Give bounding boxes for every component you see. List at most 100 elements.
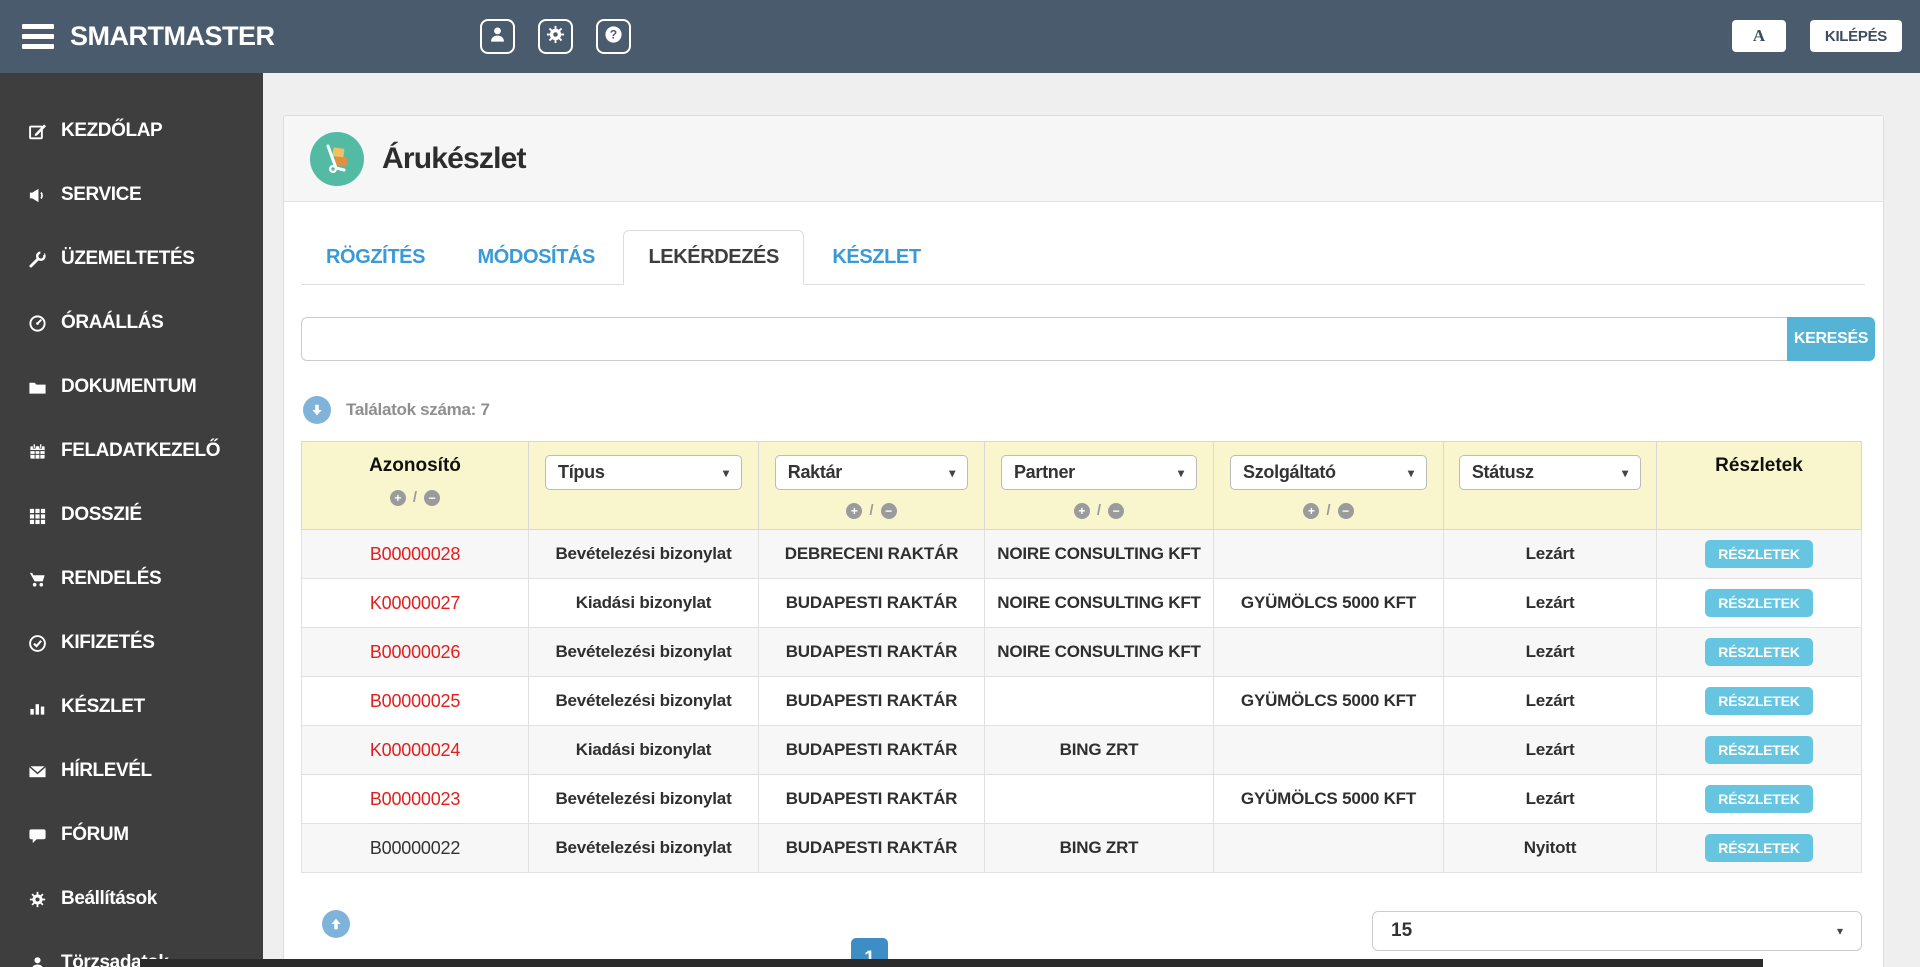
details-button[interactable]: RÉSZLETEK: [1705, 785, 1813, 813]
sort-desc-icon[interactable]: −: [424, 489, 441, 506]
scroll-top-icon[interactable]: [322, 910, 350, 938]
results-label: Találatok száma: 7: [346, 400, 490, 419]
document-id-link[interactable]: B00000023: [370, 789, 460, 809]
edit-icon: [26, 122, 48, 141]
details-button[interactable]: RÉSZLETEK: [1705, 687, 1813, 715]
main-content: Árukészlet RÖGZÍTÉS MÓDOSÍTÁS LEKÉRDEZÉS…: [263, 73, 1920, 967]
sidebar-item-service[interactable]: SERVICE: [0, 163, 263, 227]
content-card: Árukészlet RÖGZÍTÉS MÓDOSÍTÁS LEKÉRDEZÉS…: [283, 115, 1884, 967]
help-button[interactable]: ?: [595, 19, 631, 54]
document-id-link[interactable]: B00000028: [370, 544, 460, 564]
gauge-icon: [26, 314, 48, 333]
tab-keszlet[interactable]: KÉSZLET: [808, 231, 944, 284]
cell-tipus: Bevételezési bizonylat: [528, 529, 759, 579]
document-id-link[interactable]: K00000027: [370, 593, 460, 613]
horizontal-scrollbar[interactable]: [140, 959, 1763, 967]
search-button[interactable]: KERESÉS: [1787, 317, 1875, 361]
wrench-icon: [26, 250, 48, 269]
sidebar-item-label: DOKUMENTUM: [61, 376, 197, 397]
sort-controls: + / −: [302, 489, 528, 506]
cell-tipus: Bevételezési bizonylat: [528, 676, 759, 726]
sort-asc-icon[interactable]: +: [1303, 502, 1320, 519]
sidebar-item-beallitasok[interactable]: Beállítások: [0, 867, 263, 931]
calendar-icon: [26, 442, 48, 461]
sidebar-item-uzemeltetes[interactable]: ÜZEMELTETÉS: [0, 227, 263, 291]
sidebar-item-dokumentum[interactable]: DOKUMENTUM: [0, 355, 263, 419]
details-button[interactable]: RÉSZLETEK: [1705, 638, 1813, 666]
folder-icon: [26, 378, 48, 397]
sort-asc-icon[interactable]: +: [1073, 502, 1090, 519]
sidebar-item-keszlet[interactable]: KÉSZLET: [0, 675, 263, 739]
document-id-link[interactable]: K00000024: [370, 740, 460, 760]
tab-modositas[interactable]: MÓDOSÍTÁS: [453, 231, 619, 284]
cell-raktar: BUDAPESTI RAKTÁR: [758, 725, 985, 775]
search-bar: KERESÉS: [301, 317, 1875, 361]
chevron-down-icon: ▾: [722, 465, 729, 480]
sidebar-item-feladatkezelo[interactable]: FELADATKEZELŐ: [0, 419, 263, 483]
cell-raktar: BUDAPESTI RAKTÁR: [758, 578, 985, 628]
details-button[interactable]: RÉSZLETEK: [1705, 589, 1813, 617]
table-row: B00000028 Bevételezési bizonylat DEBRECE…: [301, 529, 1862, 579]
partner-filter-select[interactable]: Partner ▾: [1000, 455, 1198, 490]
sidebar-item-hirlevel[interactable]: HÍRLEVÉL: [0, 739, 263, 803]
cell-statusz: Lezárt: [1443, 529, 1657, 579]
sort-asc-icon[interactable]: +: [846, 502, 863, 519]
column-header-raktar: Raktár ▾ + / −: [758, 441, 985, 530]
table-header-row: Azonosító + / − Típus ▾ Raktár ▾ + / − P…: [301, 441, 1862, 530]
details-button[interactable]: RÉSZLETEK: [1705, 736, 1813, 764]
raktar-filter-select[interactable]: Raktár ▾: [774, 455, 969, 490]
cell-statusz: Lezárt: [1443, 578, 1657, 628]
statusz-filter-select[interactable]: Státusz ▾: [1458, 455, 1642, 490]
sort-controls: + / −: [985, 502, 1213, 519]
tipus-filter-select[interactable]: Típus ▾: [545, 455, 742, 490]
sidebar-item-label: DOSSZIÉ: [61, 504, 142, 525]
cell-partner: NOIRE CONSULTING KFT: [984, 529, 1214, 579]
szolgaltato-filter-select[interactable]: Szolgáltató ▾: [1230, 455, 1427, 490]
cell-szolgaltato: [1213, 627, 1444, 677]
sidebar-item-oraallas[interactable]: ÓRAÁLLÁS: [0, 291, 263, 355]
table-row: B00000022 Bevételezési bizonylat BUDAPES…: [301, 823, 1862, 873]
cell-raktar: BUDAPESTI RAKTÁR: [758, 676, 985, 726]
table-row: B00000026 Bevételezési bizonylat BUDAPES…: [301, 627, 1862, 677]
sidebar-item-kifizetes[interactable]: KIFIZETÉS: [0, 611, 263, 675]
tab-rogzites[interactable]: RÖGZÍTÉS: [302, 231, 449, 284]
cart-icon: [26, 570, 48, 589]
sidebar-item-kezdolap[interactable]: KEZDŐLAP: [0, 99, 263, 163]
column-header-tipus: Típus ▾: [528, 441, 759, 530]
tab-lekerdezes[interactable]: LEKÉRDEZÉS: [623, 230, 804, 285]
sidebar-item-label: RENDELÉS: [61, 568, 162, 589]
sidebar-item-forum[interactable]: FÓRUM: [0, 803, 263, 867]
sort-asc-icon[interactable]: +: [389, 489, 406, 506]
sort-desc-icon[interactable]: −: [1108, 502, 1125, 519]
app-brand: SMARTMASTER: [70, 21, 275, 51]
cell-szolgaltato: [1213, 823, 1444, 873]
sidebar-item-label: HÍRLEVÉL: [61, 760, 152, 781]
collapse-down-icon[interactable]: [303, 396, 331, 424]
gear-icon: [26, 891, 48, 908]
cell-szolgaltato: GYÜMÖLCS 5000 KFT: [1213, 676, 1444, 726]
sort-desc-icon[interactable]: −: [1337, 502, 1354, 519]
details-button[interactable]: RÉSZLETEK: [1705, 540, 1813, 568]
cell-tipus: Bevételezési bizonylat: [528, 627, 759, 677]
user-profile-button[interactable]: [479, 19, 515, 54]
font-size-button[interactable]: A: [1731, 20, 1786, 52]
document-id-link[interactable]: B00000022: [370, 838, 460, 858]
document-id-link[interactable]: B00000026: [370, 642, 460, 662]
gear-icon: [546, 25, 565, 49]
sort-desc-icon[interactable]: −: [880, 502, 897, 519]
hamburger-icon[interactable]: [22, 19, 54, 54]
table-row: K00000024 Kiadási bizonylat BUDAPESTI RA…: [301, 725, 1862, 775]
sidebar-item-dosszie[interactable]: DOSSZIÉ: [0, 483, 263, 547]
settings-button[interactable]: [537, 19, 573, 54]
document-id-link[interactable]: B00000025: [370, 691, 460, 711]
search-input[interactable]: [301, 317, 1787, 361]
sidebar-item-label: ÜZEMELTETÉS: [61, 248, 195, 269]
sidebar-item-label: FÓRUM: [61, 824, 129, 845]
page-size-select[interactable]: 15 ▾: [1372, 911, 1862, 951]
details-button[interactable]: RÉSZLETEK: [1705, 834, 1813, 862]
results-count: 7: [480, 400, 490, 419]
cell-partner: BING ZRT: [984, 725, 1214, 775]
logout-button[interactable]: KILÉPÉS: [1809, 20, 1902, 52]
sidebar-item-rendeles[interactable]: RENDELÉS: [0, 547, 263, 611]
topbar-icon-group: ?: [479, 19, 631, 54]
